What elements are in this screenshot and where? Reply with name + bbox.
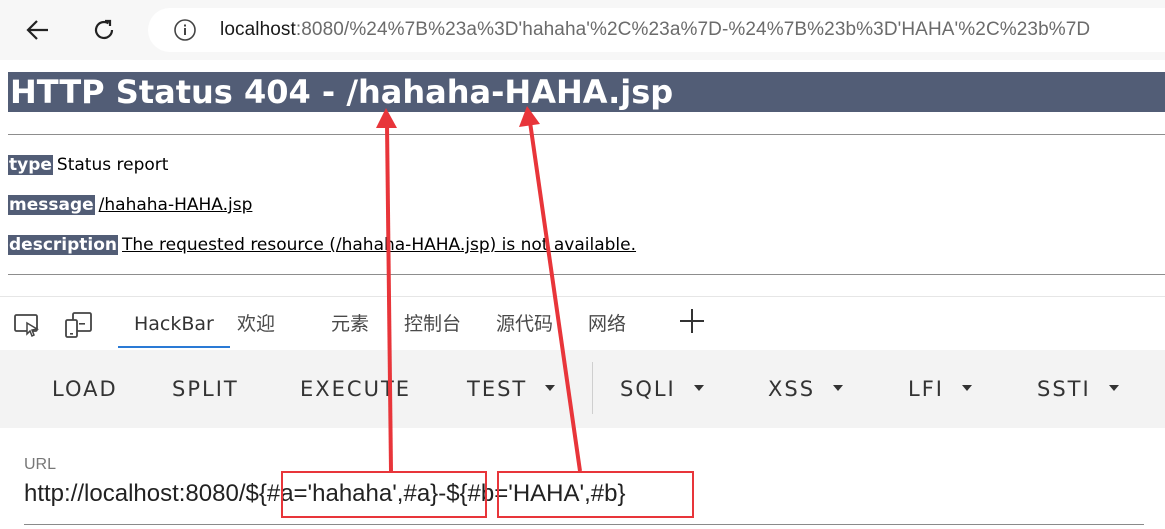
divider (8, 134, 1165, 135)
devtools-tab-strip: HackBar 欢迎 元素 控制台 源代码 网络 (0, 296, 1165, 349)
page-title: HTTP Status 404 - /hahaha-HAHA.jsp (8, 72, 1165, 112)
chevron-down-icon (693, 385, 704, 391)
info-row-description: description The requested resource (/haha… (8, 235, 636, 255)
divider (8, 274, 1165, 275)
ssti-dropdown[interactable]: SSTI (1037, 350, 1119, 428)
url-prefix: http://localhost:8080/ (24, 480, 246, 507)
address-url[interactable]: localhost:8080/%24%7B%23a%3D'hahaha'%2C%… (220, 19, 1090, 41)
info-row-type: type Status report (8, 155, 168, 175)
inspect-element-icon[interactable] (12, 311, 42, 339)
tab-hackbar[interactable]: HackBar (118, 297, 230, 348)
tab-welcome[interactable]: 欢迎 (237, 297, 275, 347)
ssti-label: SSTI (1037, 377, 1091, 401)
url-path: :8080/%24%7B%23a%3D'hahaha'%2C%23a%7D-%2… (295, 19, 1091, 40)
info-value: /hahaha-HAHA.jsp (98, 195, 253, 215)
hackbar-toolbar: LOAD SPLIT EXECUTE TEST SQLI XSS LFI SST… (0, 350, 1165, 428)
url-host: localhost (220, 19, 296, 40)
add-tab-icon[interactable] (678, 307, 706, 335)
tab-sources[interactable]: 源代码 (496, 297, 553, 347)
active-tab-indicator (118, 346, 230, 348)
info-value: The requested resource (/hahaha-HAHA.jsp… (122, 235, 637, 255)
lfi-label: LFI (908, 377, 944, 401)
load-button[interactable]: LOAD (52, 350, 118, 428)
chevron-down-icon (545, 385, 556, 391)
back-arrow-icon (26, 20, 48, 40)
highlight-box-b (497, 471, 694, 518)
chevron-down-icon (833, 385, 844, 391)
test-label: TEST (467, 377, 528, 401)
execute-button[interactable]: EXECUTE (300, 350, 411, 428)
device-emulation-icon[interactable] (63, 311, 93, 339)
chevron-down-icon (961, 385, 972, 391)
info-label: message (8, 195, 95, 215)
info-value: Status report (56, 155, 169, 175)
toolbar-separator (592, 362, 593, 414)
info-icon[interactable] (172, 17, 198, 43)
info-label: description (8, 235, 119, 255)
chevron-down-icon (1108, 385, 1119, 391)
highlight-box-a (281, 471, 487, 518)
browser-toolbar: localhost:8080/%24%7B%23a%3D'hahaha'%2C%… (0, 0, 1165, 60)
split-button[interactable]: SPLIT (172, 350, 239, 428)
url-field-underline (24, 524, 1144, 525)
xss-dropdown[interactable]: XSS (768, 350, 844, 428)
tab-network[interactable]: 网络 (588, 297, 626, 347)
tab-label: HackBar (134, 313, 214, 335)
lfi-dropdown[interactable]: LFI (908, 350, 972, 428)
sqli-dropdown[interactable]: SQLI (620, 350, 704, 428)
info-label: type (8, 155, 53, 175)
tab-elements[interactable]: 元素 (331, 297, 369, 347)
info-row-message: message/hahaha-HAHA.jsp (8, 195, 252, 215)
reload-icon (94, 19, 114, 40)
xss-label: XSS (768, 377, 816, 401)
reload-button[interactable] (86, 12, 122, 48)
test-dropdown[interactable]: TEST (467, 350, 556, 428)
sqli-label: SQLI (620, 377, 676, 401)
tab-console[interactable]: 控制台 (404, 297, 461, 347)
back-button[interactable] (20, 12, 56, 48)
url-field-label: URL (24, 456, 57, 473)
address-bar[interactable]: localhost:8080/%24%7B%23a%3D'hahaha'%2C%… (148, 8, 1165, 52)
